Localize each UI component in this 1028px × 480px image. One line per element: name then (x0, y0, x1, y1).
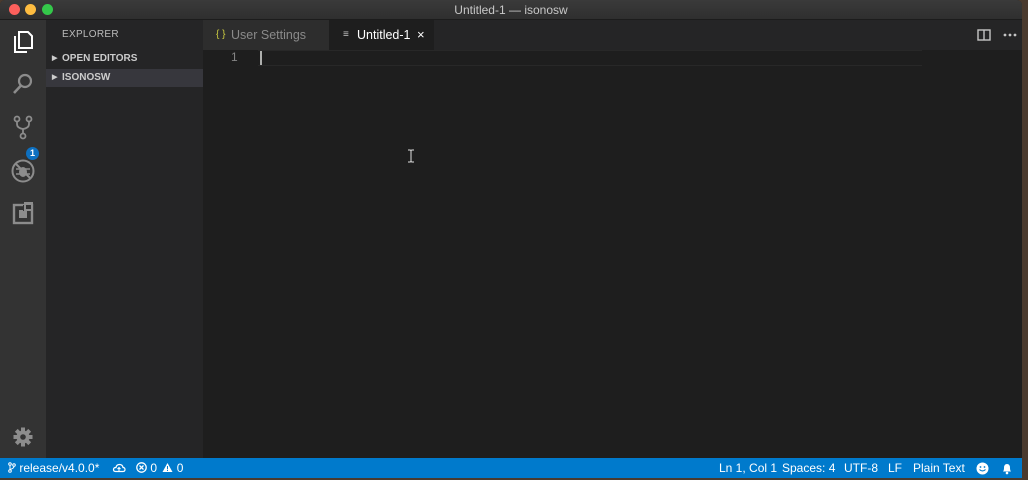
title-bar: Untitled-1 — isonosw (0, 0, 1022, 20)
section-label: OPEN EDITORS (62, 53, 138, 64)
close-icon[interactable]: × (417, 20, 425, 50)
section-label: ISONOSW (62, 72, 111, 83)
language-mode-status[interactable]: Plain Text (913, 458, 965, 478)
extensions-icon[interactable] (10, 201, 36, 227)
tab-user-settings[interactable]: { } User Settings (203, 20, 329, 50)
activity-bar: 1 (0, 20, 46, 458)
vscode-window: Untitled-1 — isonosw 1 EXPLORER ▶ OPEN E… (0, 0, 1022, 478)
tab-label: Untitled-1 (357, 28, 411, 42)
text-file-icon: ≡ (343, 29, 349, 40)
error-icon (136, 462, 147, 473)
editor-tab-bar: { } User Settings ≡ Untitled-1 × (203, 20, 1022, 50)
tab-label: User Settings (231, 28, 307, 42)
branch-status[interactable]: release/v4.0.0* (8, 458, 99, 478)
open-editors-section[interactable]: ▶ OPEN EDITORS (46, 50, 203, 68)
split-editor-icon[interactable] (976, 27, 992, 43)
chevron-right-icon: ▶ (52, 55, 58, 62)
sync-status[interactable] (112, 458, 126, 478)
tab-untitled-1[interactable]: ≡ Untitled-1 × (329, 20, 434, 50)
indentation-status[interactable]: Spaces: 4 (782, 458, 835, 478)
git-branch-icon (8, 462, 16, 473)
gear-icon[interactable] (10, 424, 36, 450)
cursor-position-status[interactable]: Ln 1, Col 1 (719, 458, 777, 478)
bell-icon[interactable] (1001, 461, 1013, 478)
bug-icon[interactable] (10, 158, 36, 184)
explorer-sidebar: EXPLORER ▶ OPEN EDITORS ▶ ISONOSW (46, 20, 203, 458)
smiley-feedback-icon[interactable] (976, 461, 989, 478)
encoding-status[interactable]: UTF-8 (844, 458, 878, 478)
status-bar: release/v4.0.0* 0 0 Ln 1, Col 1 Spaces: … (0, 458, 1022, 478)
warning-icon (162, 463, 173, 472)
cloud-sync-icon (112, 463, 126, 473)
search-icon[interactable] (10, 71, 36, 97)
files-icon[interactable] (10, 28, 36, 54)
error-count: 0 (150, 461, 158, 475)
workspace-folder-section[interactable]: ▶ ISONOSW (46, 69, 203, 87)
current-line-highlight (258, 50, 922, 66)
chevron-right-icon: ▶ (52, 74, 58, 81)
window-title: Untitled-1 — isonosw (454, 3, 568, 17)
problems-status[interactable]: 0 0 (136, 458, 183, 478)
git-branch-icon[interactable] (10, 114, 36, 140)
sidebar-title: EXPLORER (62, 29, 119, 40)
editor-area[interactable]: 1 (203, 50, 1022, 458)
eol-status[interactable]: LF (888, 458, 902, 478)
more-actions-icon[interactable] (1002, 27, 1018, 43)
warning-count: 0 (176, 461, 184, 475)
text-cursor (260, 51, 262, 65)
branch-name: release/v4.0.0* (19, 461, 100, 475)
ibeam-cursor-icon (408, 149, 414, 163)
line-number: 1 (231, 50, 238, 64)
json-braces-icon: { } (216, 29, 226, 40)
